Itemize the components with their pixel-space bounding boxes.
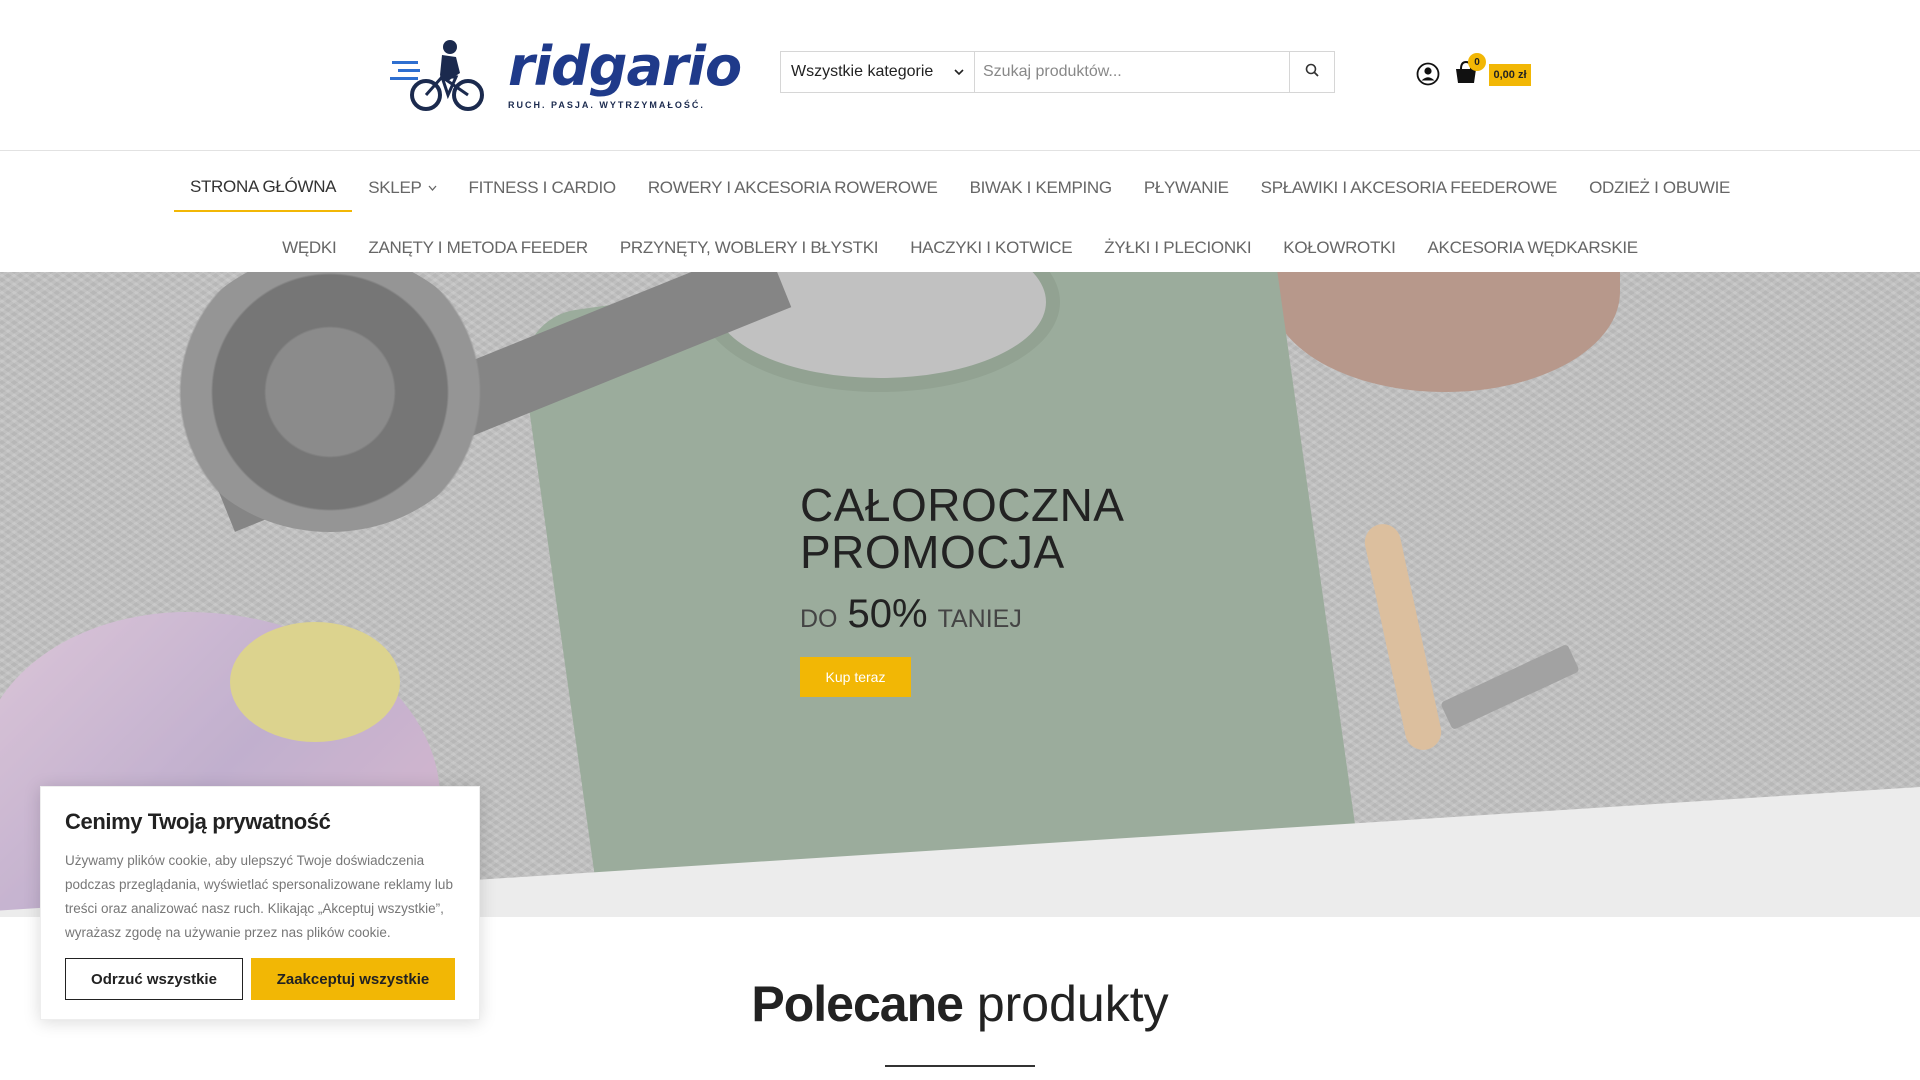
product-search: Wszystkie kategorie Szukaj produktów...	[780, 51, 1335, 93]
search-icon	[1305, 63, 1319, 82]
cart-count-badge: 0	[1468, 53, 1486, 71]
nav-item-label: SKLEP	[368, 178, 422, 197]
hero-subtitle: DO 50% TANIEJ	[800, 592, 1022, 637]
logo-tagline: RUCH. PASJA. WYTRZYMAŁOŚĆ.	[508, 100, 705, 110]
nav-item-bikes[interactable]: ROWERY I AKCESORIA ROWEROWE	[632, 164, 954, 212]
hero-title: CAŁOROCZNA PROMOCJA	[800, 482, 1124, 576]
cookie-title: Cenimy Twoją prywatność	[65, 809, 331, 834]
section-divider	[885, 1065, 1035, 1067]
chevron-down-icon	[954, 63, 964, 81]
search-button[interactable]	[1289, 52, 1334, 92]
search-placeholder: Szukaj produktów...	[983, 63, 1122, 80]
hero-sub-suffix: TANIEJ	[937, 605, 1022, 633]
cookie-consent-banner: Cenimy Twoją prywatność Używamy plików c…	[40, 786, 480, 1020]
nav-item-floats[interactable]: SPŁAWIKI I AKCESORIA FEEDEROWE	[1245, 164, 1573, 212]
nav-item-clothing[interactable]: ODZIEŻ I OBUWIE	[1573, 164, 1746, 212]
nav-item-swimming[interactable]: PŁYWANIE	[1128, 164, 1245, 212]
nav-item-fitness[interactable]: FITNESS I CARDIO	[453, 164, 632, 212]
search-input[interactable]: Szukaj produktów...	[975, 52, 1289, 92]
nav-item-shop[interactable]: SKLEP	[352, 164, 452, 212]
nav-item-reels[interactable]: KOŁOWROTKI	[1267, 224, 1411, 272]
nav-item-camping[interactable]: BIWAK I KEMPING	[954, 164, 1128, 212]
nav-row-2: WĘDKI ZANĘTY I METODA FEEDER PRZYNĘTY, W…	[0, 224, 1920, 272]
nav-item-fishing-accessories[interactable]: AKCESORIA WĘDKARSKIE	[1412, 224, 1654, 272]
cookie-buttons: Odrzuć wszystkie Zaakceptuj wszystkie	[65, 958, 455, 1000]
hero-sub-value: 50%	[847, 592, 928, 636]
accept-all-button[interactable]: Zaakceptuj wszystkie	[251, 958, 455, 1000]
reject-all-button[interactable]: Odrzuć wszystkie	[65, 958, 243, 1000]
hero-title-line2: PROMOCJA	[800, 526, 1065, 578]
nav-item-groundbait[interactable]: ZANĘTY I METODA FEEDER	[352, 224, 603, 272]
featured-title-regular: produkty	[976, 976, 1169, 1032]
account-icon[interactable]	[1416, 62, 1440, 86]
nav-item-rods[interactable]: WĘDKI	[266, 224, 352, 272]
shop-now-button[interactable]: Kup teraz	[800, 657, 911, 697]
site-logo[interactable]: ridgario RUCH. PASJA. WYTRZYMAŁOŚĆ.	[390, 30, 742, 120]
cookie-text: Używamy plików cookie, aby ulepszyć Twoj…	[65, 853, 453, 940]
category-select[interactable]: Wszystkie kategorie	[781, 52, 975, 92]
nav-item-home[interactable]: STRONA GŁÓWNA	[173, 164, 353, 212]
nav-item-hooks[interactable]: HACZYKI I KOTWICE	[894, 224, 1088, 272]
cyclist-icon	[390, 35, 490, 115]
nav-item-lines[interactable]: ŻYŁKI I PLECIONKI	[1088, 224, 1267, 272]
logo-text: ridgario	[508, 35, 742, 98]
nav-item-lures[interactable]: PRZYNĘTY, WOBLERY I BŁYSTKI	[604, 224, 894, 272]
nav-row-1: STRONA GŁÓWNA SKLEP FITNESS I CARDIO ROW…	[0, 164, 1920, 212]
site-header: ridgario RUCH. PASJA. WYTRZYMAŁOŚĆ. Wszy…	[0, 0, 1920, 151]
logo-wordmark: ridgario RUCH. PASJA. WYTRZYMAŁOŚĆ.	[508, 35, 742, 111]
category-select-value: Wszystkie kategorie	[791, 63, 934, 80]
cart-total[interactable]: 0,00 zł	[1489, 64, 1531, 86]
chevron-down-icon	[428, 183, 437, 194]
main-navigation: STRONA GŁÓWNA SKLEP FITNESS I CARDIO ROW…	[0, 152, 1920, 272]
hero-sub-prefix: DO	[800, 605, 838, 633]
featured-title-bold: Polecane	[751, 976, 964, 1032]
hero-title-line1: CAŁOROCZNA	[800, 479, 1125, 531]
